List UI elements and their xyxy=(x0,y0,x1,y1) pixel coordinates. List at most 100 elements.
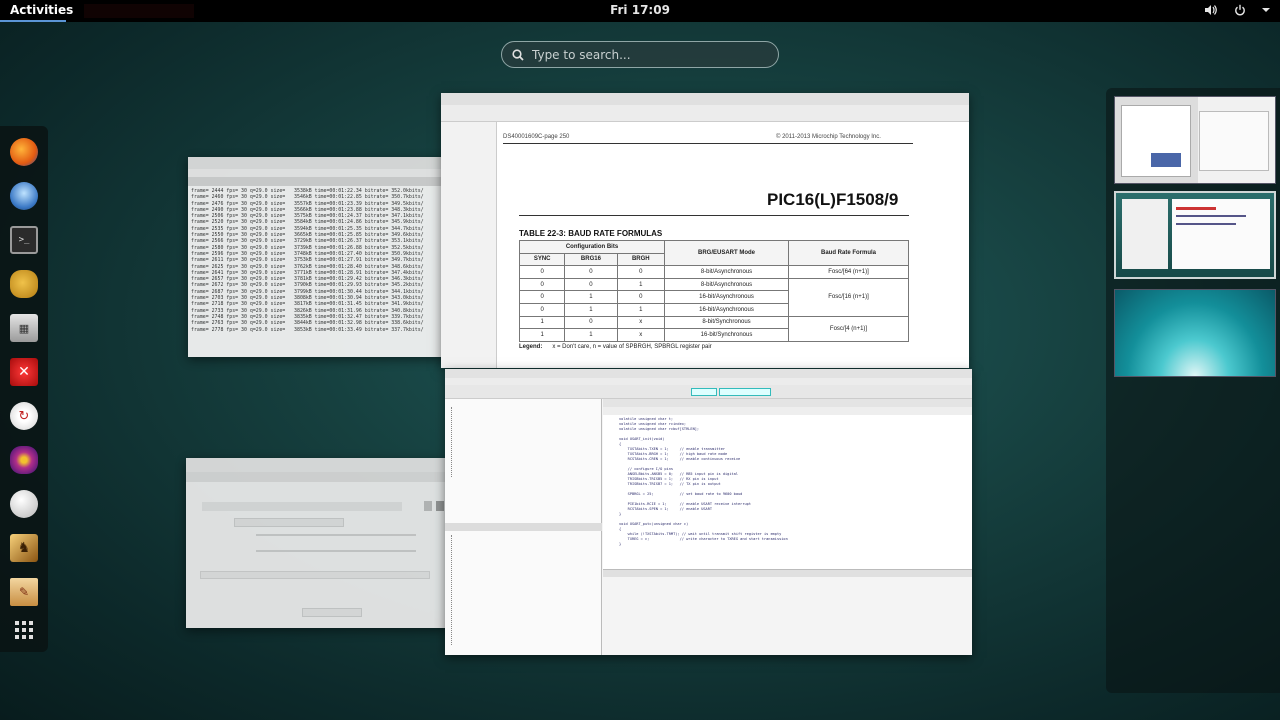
terminal-line: frame= 2520 fps= 30 q=29.0 size= 3584kB … xyxy=(191,219,424,226)
system-tray xyxy=(1202,2,1270,18)
clock[interactable]: Fri 17:09 xyxy=(610,3,670,17)
code-line: void USART_putc(unsigned char c) xyxy=(619,522,689,526)
search-input[interactable] xyxy=(532,47,778,62)
dialog-option-row[interactable] xyxy=(202,502,402,511)
dash: >_ ▦ ✕ ↻ ♞ ✎ xyxy=(0,126,48,652)
gimp-icon[interactable] xyxy=(10,270,38,298)
code-line: ANSELBbits.ANSB5 = 0; // RB5 input pin i… xyxy=(619,472,738,476)
code-lines: volatile unsigned char t; volatile unsig… xyxy=(603,415,972,547)
table-cell: 16-bit/Synchronous xyxy=(664,328,789,342)
table-cell: 8-bit/Asynchronous xyxy=(664,277,789,292)
terminal-line: frame= 2687 fps= 30 q=29.0 size= 3799kB … xyxy=(191,288,424,295)
dialog-slider[interactable] xyxy=(256,550,416,552)
draw-icon[interactable]: ✎ xyxy=(10,578,38,606)
ide-window[interactable]: volatile unsigned char t; volatile unsig… xyxy=(445,369,972,655)
firefox-icon[interactable] xyxy=(10,138,38,166)
code-line: PIE1bits.RCIE = 1; // enable USART recei… xyxy=(619,502,751,506)
code-line: TRISBbits.TRISB5 = 1; // RX pin is input xyxy=(619,477,719,481)
show-apps-icon[interactable] xyxy=(10,616,38,644)
table-cell: 0 xyxy=(616,290,666,304)
table-cell: 1 xyxy=(564,302,618,317)
terminal-line: frame= 2566 fps= 30 q=29.0 size= 3729kB … xyxy=(191,238,424,245)
terminal-line: frame= 2657 fps= 30 q=29.0 size= 3781kB … xyxy=(191,276,424,283)
table-cell: x xyxy=(616,315,666,330)
output-tabs[interactable] xyxy=(603,570,972,577)
ide-config-field[interactable] xyxy=(691,388,717,396)
search-box[interactable] xyxy=(501,41,779,68)
table-cell: 16-bit/Asynchronous xyxy=(664,290,789,304)
chess-icon[interactable]: ♞ xyxy=(10,534,38,562)
pdf-sidebar[interactable] xyxy=(441,122,497,368)
table-cell: 0 xyxy=(564,277,618,292)
table-cell: 8-bit/Asynchronous xyxy=(664,265,789,279)
update-icon[interactable]: ↻ xyxy=(10,402,38,430)
terminal-line: frame= 2748 fps= 30 q=29.0 size= 3835kB … xyxy=(191,313,424,320)
ide-project-panel[interactable] xyxy=(445,399,602,655)
tool-icon[interactable]: ✕ xyxy=(10,358,38,386)
ide-config-field[interactable] xyxy=(719,388,771,396)
terminal-line: frame= 2535 fps= 30 q=29.0 size= 3594kB … xyxy=(191,225,424,232)
pdf-page-header-right: © 2011-2013 Microchip Technology Inc. xyxy=(776,134,881,140)
terminal-line: frame= 2611 fps= 30 q=29.0 size= 3753kB … xyxy=(191,257,424,264)
ide-titlebar[interactable] xyxy=(445,369,972,378)
power-icon[interactable] xyxy=(1232,2,1248,18)
table-cell: 1 xyxy=(518,315,566,330)
table-cell: 8-bit/Synchronous xyxy=(664,315,789,330)
thunderbird-icon[interactable] xyxy=(10,182,38,210)
code-line: TXSTAbits.TXEN = 1; // enable transmitte… xyxy=(619,447,726,451)
dialog-select[interactable] xyxy=(302,608,362,617)
baud-rate-table: Configuration Bits BRG/EUSART Mode Baud … xyxy=(518,239,909,342)
volume-icon[interactable] xyxy=(1202,2,1218,18)
table-cell: x xyxy=(616,328,666,342)
terminal-menubar xyxy=(188,169,470,177)
terminal-line: frame= 2476 fps= 30 q=29.0 size= 3557kB … xyxy=(191,200,424,207)
editor-toolbar xyxy=(603,407,972,415)
terminal-tab[interactable] xyxy=(188,177,470,186)
workspace-thumbnail-3[interactable] xyxy=(1114,289,1276,377)
table-row: 1 0 x 8-bit/Synchronous Fosc/[4 (n+1)] xyxy=(518,315,909,342)
games-icon[interactable] xyxy=(10,446,38,474)
terminal-titlebar[interactable] xyxy=(188,157,470,169)
ide-code-editor[interactable]: volatile unsigned char t; volatile unsig… xyxy=(603,399,972,569)
ide-toolbar xyxy=(445,385,972,399)
editor-tabs[interactable] xyxy=(603,399,972,407)
terminal-window[interactable]: frame= 2444 fps= 30 q=29.0 size= 3538kB … xyxy=(188,157,470,357)
baseball-icon[interactable] xyxy=(10,490,38,518)
dialog-field[interactable] xyxy=(234,518,344,527)
table-header-brg16: BRG16 xyxy=(564,252,618,267)
table-cell: 1 xyxy=(564,328,618,342)
dialog-titlebar[interactable] xyxy=(186,458,448,472)
legend-text: x = Don't care, n = value of SPBRGH, SPB… xyxy=(552,344,712,350)
settings-dialog-window[interactable] xyxy=(186,458,448,628)
ide-output-panel[interactable] xyxy=(603,569,972,655)
workspace-thumbnail-2-active[interactable] xyxy=(1114,191,1276,279)
pdf-viewer-window[interactable]: DS40001609C-page 250 © 2011-2013 Microch… xyxy=(441,93,969,368)
workspace-thumbnail-1[interactable] xyxy=(1114,96,1276,184)
chevron-down-icon[interactable] xyxy=(1262,2,1270,18)
code-line: TXREG = c; // write character to TXREG a… xyxy=(619,537,788,541)
dashboard-tabs[interactable] xyxy=(445,523,602,531)
pdf-table-legend: Legend: x = Don't care, n = value of SPBR… xyxy=(519,344,712,350)
terminal-line: frame= 2596 fps= 30 q=29.0 size= 3748kB … xyxy=(191,250,424,257)
project-tree[interactable] xyxy=(451,407,511,477)
code-line: while (!TXSTAbits.TRMT); // wait until t… xyxy=(619,532,782,536)
app-menu[interactable] xyxy=(84,4,194,18)
table-row: 0 0 0 8-bit/Asynchronous Fosc/[64 (n+1)] xyxy=(518,265,909,279)
terminal-line: frame= 2778 fps= 30 q=29.0 size= 3853kB … xyxy=(191,326,424,333)
dialog-button[interactable] xyxy=(424,501,432,511)
legend-label: Legend: xyxy=(519,344,543,350)
ide-menubar[interactable] xyxy=(445,378,972,385)
terminal-icon[interactable]: >_ xyxy=(10,226,38,254)
table-cell: 0 xyxy=(518,290,566,304)
terminal-line: frame= 2506 fps= 30 q=29.0 size= 3575kB … xyxy=(191,213,424,220)
dialog-slider[interactable] xyxy=(256,534,416,536)
dialog-button[interactable] xyxy=(436,501,444,511)
code-line: TXSTAbits.BRGH = 1; // high baud rate mo… xyxy=(619,452,728,456)
dialog-tabs[interactable] xyxy=(186,472,448,482)
calculator-icon[interactable]: ▦ xyxy=(10,314,38,342)
dashboard-tree[interactable] xyxy=(451,535,561,645)
pdf-titlebar[interactable] xyxy=(441,93,969,105)
terminal-line: frame= 2641 fps= 30 q=29.0 size= 3771kB … xyxy=(191,269,424,276)
activities-button[interactable]: Activities xyxy=(10,3,73,17)
terminal-line: frame= 2550 fps= 30 q=29.0 size= 3665kB … xyxy=(191,232,424,239)
